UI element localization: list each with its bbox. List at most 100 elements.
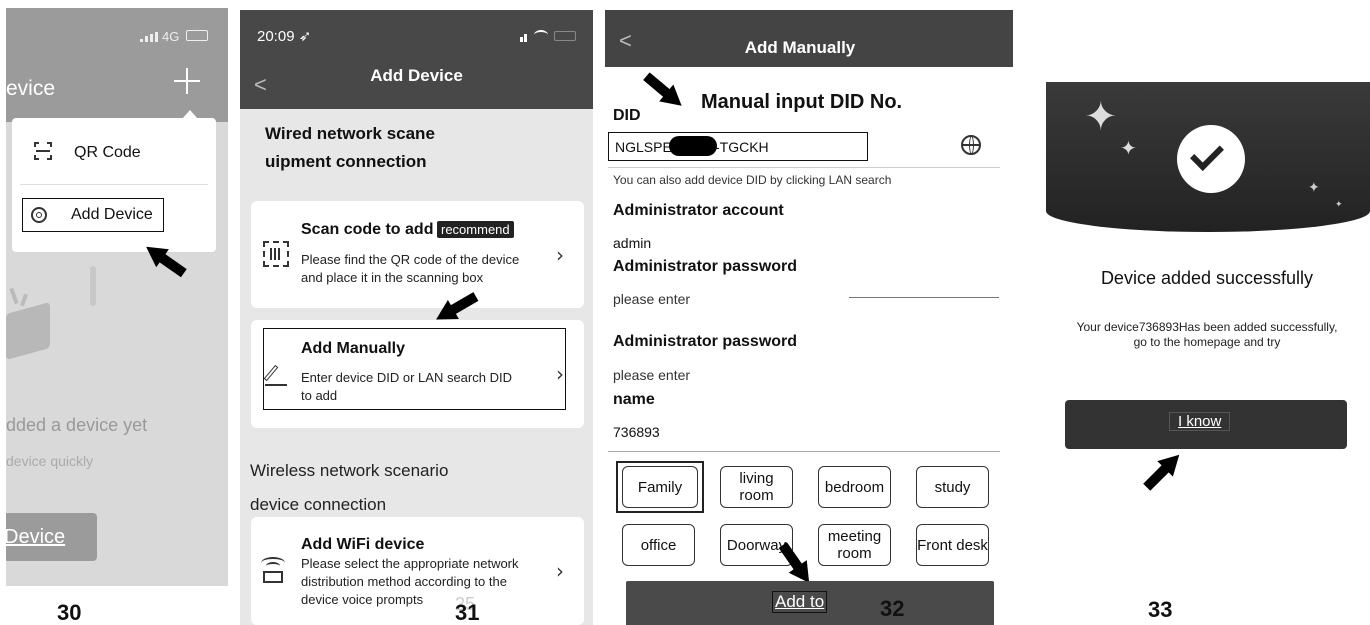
menu-item-add-device[interactable]: Add Device (22, 198, 164, 232)
heading-line: Wireless network scenario (250, 461, 449, 480)
panel-30: 4G evice QR Code Add Device dded a devic… (6, 8, 228, 586)
plus-icon[interactable] (174, 68, 200, 94)
pencil-icon (263, 364, 287, 386)
annotation-text: Manual input DID No. (701, 91, 903, 113)
page-title: Add Manually (744, 38, 856, 57)
page-number-31: 31 (455, 600, 480, 625)
desc-line: device voice prompts (301, 592, 424, 607)
did-suffix: -TGCKH (715, 139, 769, 155)
admin-password2-label: Administrator password (613, 333, 798, 350)
empty-state-subtitle: device quickly (6, 453, 94, 469)
room-chip-bedroom[interactable]: bedroom (818, 466, 891, 508)
sparkle-icon: ✦ (1120, 136, 1137, 160)
message-line: Your device736893Has been added successf… (1076, 320, 1338, 334)
button-label: Add to (772, 591, 828, 613)
room-chip-office[interactable]: office (622, 524, 695, 566)
annotation-arrow (1140, 448, 1185, 493)
page-number-30: 30 (57, 600, 82, 625)
network-type: 4G (162, 29, 180, 44)
wireless-heading: Wireless network scenario device connect… (250, 454, 448, 522)
signal-icon (140, 32, 160, 42)
did-underline (608, 167, 1000, 168)
header-bar (6, 8, 228, 122)
time-text: 20:09 (257, 28, 295, 45)
admin-password-input[interactable]: please enter (613, 291, 690, 307)
success-banner: ✦ ✦ ✦ ✦ (1046, 82, 1370, 232)
did-input[interactable]: NGLSPE- -TGCKH (608, 132, 868, 161)
card-description: Enter device DID or LAN search DID to ad… (301, 369, 512, 405)
room-chip-meeting-room[interactable]: meeting room (818, 524, 891, 566)
add-to-button[interactable]: Add to (626, 581, 994, 625)
qr-code-icon (263, 241, 289, 267)
heading-line: Wired network scane (265, 124, 435, 143)
did-label: DID (613, 107, 641, 124)
admin-account-value[interactable]: admin (613, 235, 651, 251)
qr-scan-icon (34, 142, 52, 160)
sparkle-icon: ✦ (1308, 180, 1320, 196)
annotation-arrow (641, 69, 688, 112)
button-label: I know (1169, 412, 1231, 431)
camera-add-icon (31, 207, 47, 223)
lan-search-globe-icon[interactable] (961, 135, 981, 155)
signal-wifi-battery-icon (520, 30, 580, 42)
menu-item-qr-code[interactable]: QR Code (12, 118, 216, 184)
lan-search-hint: You can also add device DID by clicking … (613, 173, 892, 187)
card-description: Please select the appropriate network di… (301, 555, 519, 609)
wired-heading: Wired network scane uipment connection (265, 120, 435, 176)
admin-password-label: Administrator password (613, 258, 798, 275)
empty-state-title: dded a device yet (6, 415, 148, 435)
add-manually-card[interactable]: Add Manually Enter device DID or LAN sea… (251, 320, 584, 428)
name-input[interactable]: 736893 (613, 424, 660, 440)
location-arrow-icon: ➶ (298, 28, 312, 45)
card-title: Scan code to add (301, 221, 434, 238)
card-title: Add WiFi device (301, 536, 425, 553)
recommend-badge: recommend (437, 221, 514, 238)
desc-line: Enter device DID or LAN search DID (301, 370, 512, 385)
page-title: evice (6, 77, 56, 100)
desc-line: Please select the appropriate network (301, 556, 519, 571)
popup-menu: QR Code Add Device (12, 110, 216, 252)
status-time: 20:09 ➶ (257, 27, 311, 45)
password-underline (849, 297, 999, 298)
chevron-right-icon: › (556, 559, 564, 583)
did-prefix: NGLSPE- (615, 139, 677, 155)
room-chip-study[interactable]: study (916, 466, 989, 508)
menu-item-label: Add Device (71, 206, 153, 223)
heading-line: uipment connection (265, 152, 427, 171)
desc-line: to add (301, 388, 338, 403)
menu-divider (20, 184, 208, 185)
redaction-blob (669, 136, 717, 156)
sparkle-icon: ✦ (1084, 94, 1118, 140)
panel-31: 20:09 ➶ < Add Device Wired network scane… (240, 10, 593, 625)
room-chip-family[interactable]: Family (622, 466, 698, 508)
panel-32: < Add Manually Manual input DID No. DID … (605, 10, 1013, 625)
card-title: Add Manually (301, 340, 406, 357)
page-number-32: 32 (880, 596, 905, 621)
i-know-button[interactable]: I know (1065, 400, 1347, 449)
sparkle-icon: ✦ (1335, 200, 1343, 210)
desc-line: and place it in the scanning box (301, 270, 484, 285)
desc-line: Please find the QR code of the device (301, 252, 520, 267)
chevron-right-icon: › (556, 243, 564, 267)
admin-password2-input[interactable]: please enter (613, 367, 690, 383)
page-number-33: 33 (1148, 597, 1173, 622)
wifi-device-icon (261, 557, 285, 585)
room-chip-living-room[interactable]: living room (720, 466, 793, 508)
desc-line: distribution method according to the (301, 574, 507, 589)
button-label: Device (6, 526, 66, 548)
success-title: Device added successfully (1100, 268, 1314, 288)
name-underline (608, 451, 1000, 452)
success-message: Your device736893Has been added successf… (1040, 320, 1370, 350)
add-wifi-card[interactable]: Add WiFi device Please select the approp… (251, 517, 584, 625)
card-description: Please find the QR code of the device an… (301, 251, 519, 287)
add-device-button[interactable]: Device (6, 513, 97, 561)
room-chip-front-desk[interactable]: Front desk (916, 524, 989, 566)
nav-bar (240, 10, 593, 109)
menu-item-label: QR Code (74, 144, 141, 161)
panel-33: ✦ ✦ ✦ ✦ Device added successfully Your d… (1040, 82, 1370, 625)
scan-code-card[interactable]: Scan code to add recommend Please find t… (251, 201, 584, 308)
plant-icon (90, 266, 96, 306)
empty-box-illustration (6, 287, 66, 360)
name-label: name (613, 391, 655, 408)
battery-icon (186, 30, 208, 41)
